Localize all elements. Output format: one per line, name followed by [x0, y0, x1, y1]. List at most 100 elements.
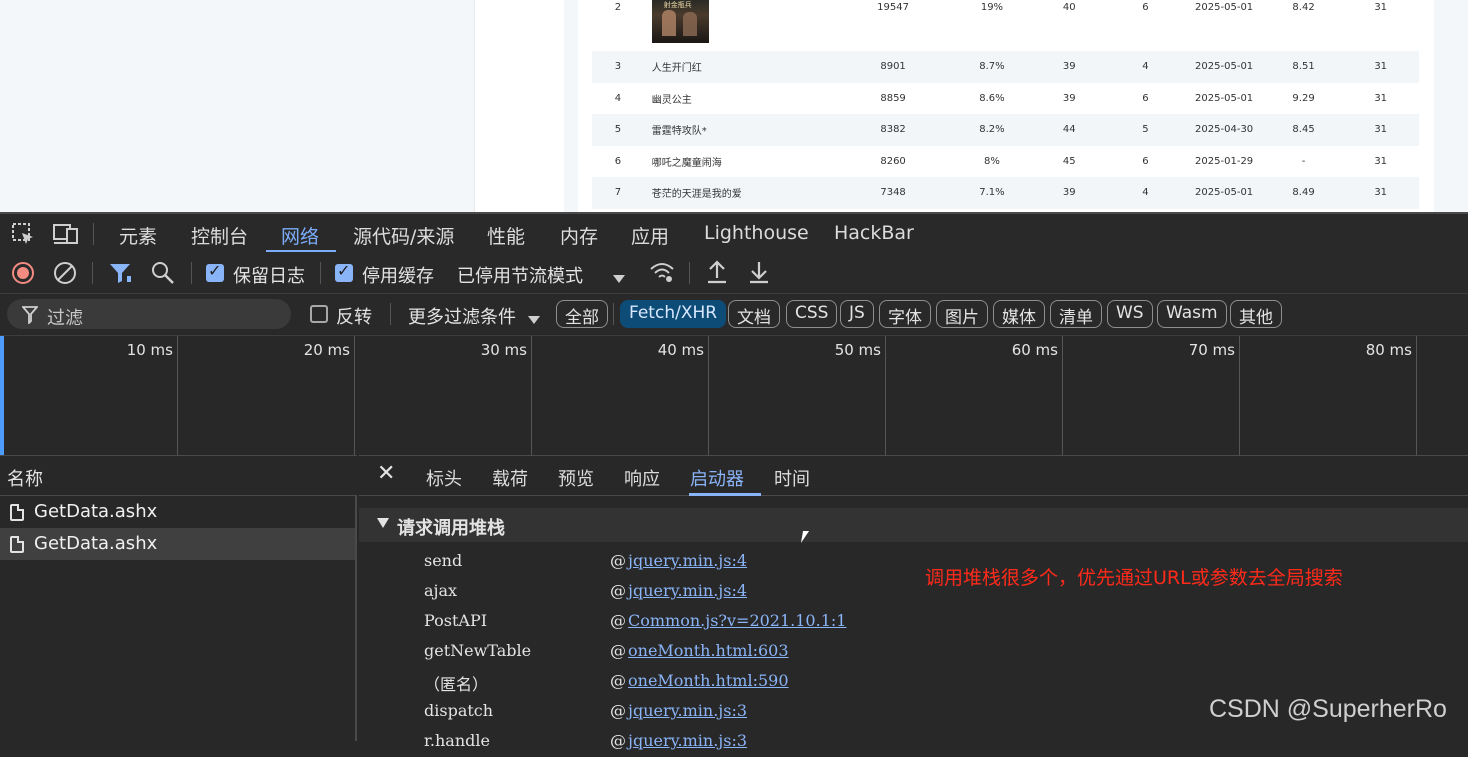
stack-frame-source-link[interactable]: jquery.min.js:4	[628, 581, 747, 600]
page-gutter	[564, 0, 578, 212]
tab-lighthouse[interactable]: Lighthouse	[704, 222, 809, 244]
chevron-down-icon[interactable]	[527, 310, 541, 329]
timeline-selection-handle[interactable]	[0, 336, 4, 456]
count-cell: 5	[1107, 114, 1184, 146]
tab-payload[interactable]: 载荷	[492, 465, 528, 491]
call-stack-title: 请求调用堆栈	[397, 518, 505, 539]
filter-chip-manifest[interactable]: 清单	[1050, 300, 1102, 328]
tab-console[interactable]: 控制台	[191, 222, 248, 249]
separator	[689, 262, 690, 284]
stack-frame-function: PostAPI	[424, 611, 488, 630]
date-cell: 2025-05-01	[1183, 51, 1265, 83]
filter-chip-ws[interactable]: WS	[1107, 300, 1153, 328]
days-cell: 31	[1342, 114, 1419, 146]
days-cell: 31	[1374, 155, 1388, 167]
request-name: GetData.ashx	[34, 533, 158, 554]
stack-frame-function: （匿名）	[424, 675, 489, 694]
name-cell: 雷霆特攻队*	[643, 114, 834, 146]
timeline-gridline	[1239, 336, 1240, 456]
expand-triangle-icon[interactable]	[377, 518, 389, 528]
stack-frame-source-link[interactable]: jquery.min.js:4	[628, 551, 747, 570]
stack-frame-source-link[interactable]: oneMonth.html:590	[628, 671, 789, 690]
timeline-gridline	[531, 336, 532, 456]
stack-frame-source-link[interactable]: oneMonth.html:603	[628, 641, 789, 660]
network-filter-bar: 过滤 反转 更多过滤条件 全部 Fetch/XHR 文档 CSS JS 字体 图…	[0, 294, 1468, 334]
request-call-stack-header[interactable]: 请求调用堆栈	[359, 508, 1468, 542]
document-icon	[10, 504, 24, 521]
detail-tabbar: ✕ 标头 载荷 预览 响应 启动器 时间	[359, 455, 1468, 496]
preserve-log-checkbox[interactable]	[206, 261, 224, 282]
tab-performance[interactable]: 性能	[487, 222, 525, 249]
network-toolbar: 保留日志 停用缓存 已停用节流模式	[0, 252, 1468, 293]
share-cell: 8%	[984, 155, 1000, 167]
network-conditions-icon[interactable]	[649, 261, 675, 287]
at-symbol: @	[610, 671, 626, 690]
document-icon	[10, 536, 24, 553]
filter-chip-wasm[interactable]: Wasm	[1157, 300, 1227, 328]
value-cell: 19547	[877, 2, 909, 13]
filter-toggle-icon[interactable]	[109, 262, 135, 288]
count-cell: 39	[1062, 92, 1076, 104]
tab-memory[interactable]: 内存	[560, 222, 598, 249]
filter-chip-font[interactable]: 字体	[879, 300, 931, 328]
filter-input[interactable]: 过滤	[7, 299, 291, 329]
request-list-header[interactable]: 名称	[0, 455, 357, 496]
count-cell: 6	[1142, 2, 1149, 13]
request-row-selected[interactable]: GetData.ashx	[0, 528, 355, 560]
stack-frame-source-link[interactable]: jquery.min.js:3	[628, 701, 747, 720]
value-cell: 8859	[880, 92, 906, 104]
close-icon[interactable]: ✕	[377, 461, 395, 486]
import-har-icon[interactable]	[706, 260, 728, 288]
tab-sources[interactable]: 源代码/来源	[353, 222, 454, 249]
tab-preview[interactable]: 预览	[558, 465, 594, 491]
filter-chip-img[interactable]: 图片	[936, 300, 988, 328]
filter-chip-doc[interactable]: 文档	[728, 300, 780, 328]
timeline-tick-label: 20 ms	[303, 341, 350, 359]
stack-frame-source-link[interactable]: Common.js?v=2021.10.1:1	[628, 611, 846, 630]
page-right-area	[1434, 0, 1468, 212]
request-row[interactable]: GetData.ashx	[0, 496, 355, 528]
filter-chip-all[interactable]: 全部	[556, 300, 608, 328]
name-cell: 幽灵公主	[651, 94, 692, 106]
name-cell: 哪吒之魔童闹海	[651, 157, 722, 169]
filter-chip-css[interactable]: CSS	[786, 300, 838, 328]
tab-hackbar[interactable]: HackBar	[834, 222, 914, 244]
invert-label: 反转	[336, 307, 372, 328]
tab-elements[interactable]: 元素	[119, 222, 157, 249]
tab-network[interactable]: 网络	[281, 222, 319, 249]
tab-headers[interactable]: 标头	[426, 465, 462, 491]
disable-cache-checkbox[interactable]	[335, 261, 353, 282]
device-toolbar-icon[interactable]	[53, 223, 79, 249]
timeline-tick-label: 60 ms	[1011, 341, 1058, 359]
export-har-icon[interactable]	[748, 260, 770, 288]
clear-icon[interactable]	[53, 261, 77, 289]
inspect-element-icon[interactable]	[11, 222, 35, 250]
count-cell: 4	[1107, 51, 1184, 83]
timeline-tick-label: 30 ms	[480, 341, 527, 359]
days-cell: 31	[1374, 2, 1388, 13]
record-stop-icon[interactable]	[11, 261, 35, 289]
count-cell: 6	[1142, 155, 1149, 167]
invert-checkbox[interactable]	[310, 305, 328, 323]
more-filters-dropdown[interactable]: 更多过滤条件	[408, 303, 516, 329]
table-row: 5 雷霆特攻队* 8382 8.2% 44 5 2025-04-30 8.45 31	[592, 114, 1419, 146]
tab-application[interactable]: 应用	[631, 222, 669, 249]
tab-response[interactable]: 响应	[624, 465, 660, 491]
tab-timing[interactable]: 时间	[774, 465, 810, 491]
network-overview-timeline[interactable]: 10 ms 20 ms 30 ms 40 ms 50 ms 60 ms 70 ms 80 ms	[0, 335, 1468, 456]
table-row: 7 苍茫的天涯是我的爱 7348 7.1% 39 4 2025-05-01 8.49 31	[592, 177, 1419, 209]
filter-chip-fetch-xhr[interactable]: Fetch/XHR	[620, 300, 727, 328]
date-cell: 2025-05-01	[1195, 2, 1254, 13]
table-row: 4 幽灵公主 8859 8.6% 39 6 2025-05-01 9.29 31	[592, 83, 1419, 115]
table-row: 6 哪吒之魔童闹海 8260 8% 45 6 2025-01-29 - 31	[592, 146, 1419, 178]
throttle-select[interactable]: 已停用节流模式	[457, 262, 583, 288]
at-symbol: @	[610, 551, 626, 570]
search-icon[interactable]	[151, 261, 175, 289]
filter-chip-media[interactable]: 媒体	[993, 300, 1045, 328]
chevron-down-icon[interactable]	[612, 269, 626, 288]
filter-chip-js[interactable]: JS	[840, 300, 874, 328]
date-cell: 2025-05-01	[1183, 177, 1265, 209]
tab-initiator[interactable]: 启动器	[690, 465, 744, 491]
filter-chip-other[interactable]: 其他	[1230, 300, 1282, 328]
stack-frame-row: r.handle @ jquery.min.js:3	[359, 727, 1059, 757]
